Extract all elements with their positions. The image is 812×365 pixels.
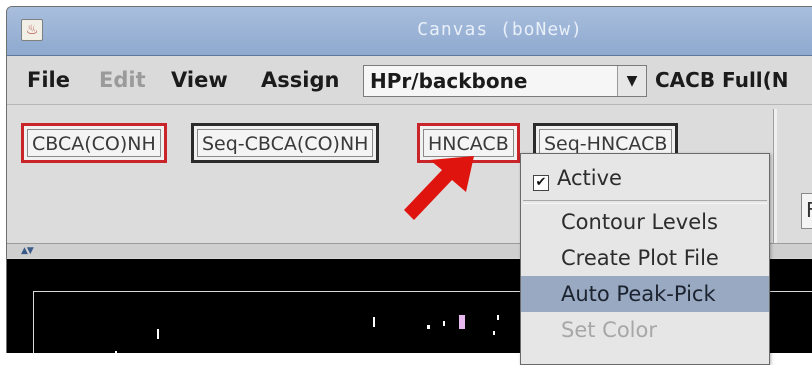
menu-item-auto-peak-pick[interactable]: Auto Peak-Pick [521,276,769,312]
assign-mode-label[interactable]: CACB Full(N [655,68,789,92]
menu-item-contour-levels[interactable]: Contour Levels [521,204,769,240]
menu-item-active[interactable]: ✔ Active [521,160,769,196]
window-title: Canvas (boNew) [417,19,583,40]
peak-mark [427,325,430,329]
menu-bar: File Edit View Assign HPr/backbone ▼ CAC… [7,56,812,105]
peak-mark [493,331,495,335]
peak-mark [157,329,159,339]
menu-assign[interactable]: Assign [261,68,339,92]
spectrum-button-label: Seq-CBCA(CO)NH [197,129,374,157]
chevron-down-icon[interactable]: ▼ [617,66,646,96]
red-arrow-shape [404,156,474,220]
splitter-arrows-icon[interactable]: ▲▼ [21,246,34,256]
peak-mark [373,317,375,327]
partial-field[interactable]: F [801,193,812,229]
peak-mark [115,351,117,353]
menu-edit: Edit [99,68,146,92]
combo-selected-value: HPr/backbone [370,69,528,93]
spectrum-button-label: CBCA(CO)NH [27,129,161,157]
menu-item-create-plot-file[interactable]: Create Plot File [521,240,769,276]
toolbar-divider [773,109,777,243]
peak-mark-highlight [459,315,465,329]
peak-mark [497,315,499,320]
molecule-combo-box[interactable]: HPr/backbone ▼ [363,65,647,97]
red-arrow-annotation-icon [404,156,474,220]
spectrum-button-cbcaconh[interactable]: CBCA(CO)NH [21,123,167,163]
menu-file[interactable]: File [27,68,70,92]
checkbox-icon[interactable]: ✔ [533,175,549,191]
menu-item-active-label: Active [557,166,622,190]
menu-item-set-color: Set Color [561,318,657,342]
title-bar[interactable]: ♨ Canvas (boNew) [7,7,812,56]
spectrum-button-seq-cbcaconh[interactable]: Seq-CBCA(CO)NH [191,123,380,163]
menu-view[interactable]: View [171,68,228,92]
peak-mark [443,321,445,326]
spectrum-context-menu: ✔ Active Contour Levels Create Plot File … [520,153,770,365]
